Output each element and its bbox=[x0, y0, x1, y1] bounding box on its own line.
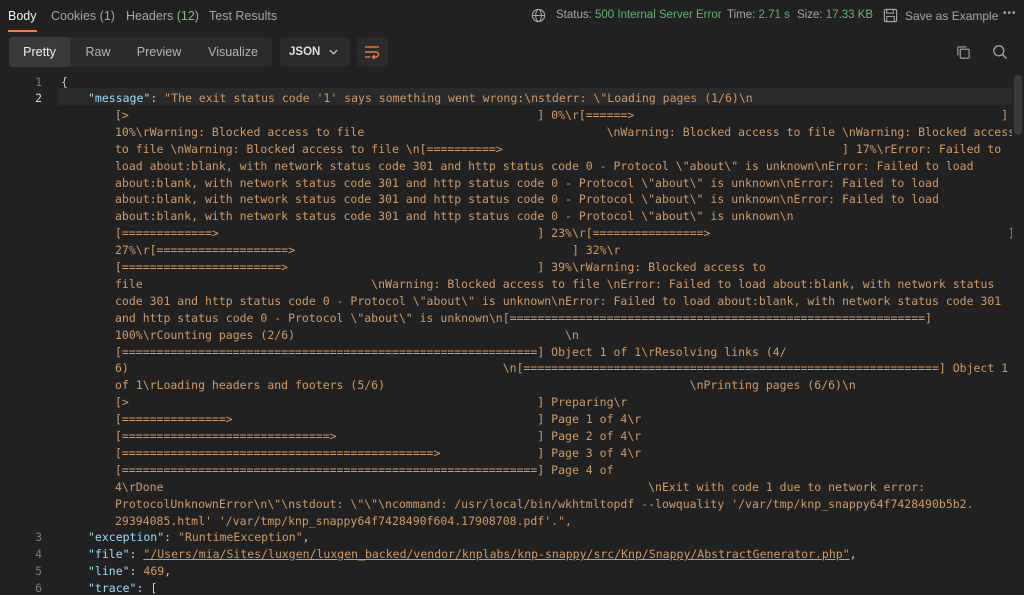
message-line: about:blank, with network status code 30… bbox=[115, 209, 794, 224]
format-value: JSON bbox=[289, 46, 321, 58]
message-line: 29394085.html' '/var/tmp/knp_snappy64f74… bbox=[115, 513, 572, 528]
chevron-down-icon bbox=[329, 49, 338, 55]
json-string-link[interactable]: "/Users/mia/Sites/luxgen/luxgen_backed/v… bbox=[143, 547, 849, 561]
message-line: code 301 and http status code 0 - Protoc… bbox=[115, 293, 1002, 308]
message-line: file \nWarning: Blocked access to file \… bbox=[115, 276, 995, 291]
open-brace: { bbox=[61, 75, 68, 89]
json-key: "file" bbox=[88, 547, 130, 561]
json-key: "line" bbox=[88, 564, 130, 578]
line-entry: "line": 469, bbox=[88, 564, 172, 578]
visualize-button[interactable]: Visualize bbox=[198, 37, 268, 67]
trace-entry: "trace": [ bbox=[88, 581, 158, 595]
tab-cookies[interactable]: Cookies (1) bbox=[51, 9, 115, 23]
message-entry: "message": "The exit status code '1' say… bbox=[88, 91, 753, 105]
message-line: 4\rDone \nExit with code 1 due to networ… bbox=[115, 479, 926, 494]
tab-headers-count: (12) bbox=[176, 9, 199, 23]
message-line: [=======================================… bbox=[115, 445, 642, 460]
json-bracket: [ bbox=[150, 581, 158, 595]
message-line: 10%\rWarning: Blocked access to file \nW… bbox=[115, 124, 1016, 139]
tab-cookies-count: (1) bbox=[99, 9, 115, 23]
message-line: and http status code 0 - Protocol \"abou… bbox=[115, 310, 932, 325]
json-key: "message" bbox=[88, 91, 151, 105]
tab-headers[interactable]: Headers (12) bbox=[126, 9, 199, 23]
tab-headers-label: Headers bbox=[126, 9, 174, 23]
raw-button[interactable]: Raw bbox=[76, 37, 120, 67]
exception-entry: "exception": "RuntimeException", bbox=[88, 530, 310, 544]
size-indicator[interactable]: Size: 17.33 KB bbox=[797, 9, 873, 21]
message-line: [> ] 0%\r[======> ] bbox=[115, 107, 1009, 122]
colon: : bbox=[150, 91, 165, 105]
line-number: 2 bbox=[35, 91, 42, 105]
message-line: about:blank, with network status code 30… bbox=[115, 192, 939, 207]
search-icon[interactable] bbox=[992, 44, 1008, 60]
time-indicator[interactable]: Time: 2.71 s bbox=[727, 9, 790, 21]
response-body-editor[interactable]: 1 2 3 4 5 6 { "message": "The exit statu… bbox=[0, 73, 1024, 595]
message-line: [=======================================… bbox=[115, 344, 787, 359]
message-line: of 1\rLoading headers and footers (5/6) … bbox=[115, 378, 856, 393]
tab-cookies-label: Cookies bbox=[51, 9, 97, 23]
tab-body[interactable]: Body bbox=[8, 9, 37, 23]
save-icon[interactable] bbox=[883, 8, 898, 23]
tab-test-results[interactable]: Test Results bbox=[209, 9, 277, 23]
status-label: Status: bbox=[556, 9, 592, 21]
message-line: [=======================================… bbox=[115, 462, 614, 477]
line-number: 5 bbox=[35, 564, 42, 578]
line-number: 3 bbox=[35, 530, 42, 544]
json-string: "RuntimeException" bbox=[178, 530, 303, 544]
message-line: 100%\rCounting pages (2/6) \n bbox=[115, 327, 579, 342]
size-label: Size: bbox=[797, 9, 823, 21]
size-value: 17.33 KB bbox=[825, 9, 874, 21]
json-key: "exception" bbox=[88, 530, 165, 544]
wrap-lines-icon bbox=[365, 46, 380, 60]
format-dropdown[interactable]: JSON bbox=[280, 37, 350, 67]
response-tab-bar: Body Cookies (1) Headers (12) Test Resul… bbox=[0, 0, 1024, 33]
pretty-button[interactable]: Pretty bbox=[9, 37, 70, 67]
message-line: to file \nWarning: Blocked access to fil… bbox=[115, 141, 1002, 156]
line-number: 1 bbox=[35, 75, 42, 89]
message-line: [==============================> ] Page … bbox=[115, 429, 642, 443]
message-line: [===============> ] Page 1 of 4\r bbox=[115, 412, 642, 427]
time-value: 2.71 s bbox=[758, 9, 790, 21]
message-line: 6) \n[==================================… bbox=[115, 361, 1009, 376]
response-toolbar: Pretty Raw Preview Visualize JSON bbox=[0, 33, 1024, 73]
scrollbar-track[interactable] bbox=[1012, 73, 1024, 589]
message-line-0: "The exit status code '1' says something… bbox=[164, 91, 753, 105]
json-number: 469 bbox=[143, 564, 165, 578]
json-key: "trace" bbox=[88, 581, 137, 595]
message-line: 27%\r[===================> ] 32%\r bbox=[115, 243, 621, 258]
more-options-icon[interactable]: ••• bbox=[1003, 8, 1017, 19]
message-line: [=============> ] 23%\r[================… bbox=[115, 226, 1016, 241]
message-line: [=======================> ] 39%\rWarning… bbox=[115, 260, 766, 274]
file-entry: "file": "/Users/mia/Sites/luxgen/luxgen_… bbox=[88, 547, 857, 561]
line-number: 4 bbox=[35, 547, 42, 561]
message-line: about:blank, with network status code 30… bbox=[115, 175, 939, 190]
status-value: 500 Internal Server Error bbox=[595, 9, 722, 21]
save-as-example-button[interactable]: Save as Example bbox=[905, 9, 998, 23]
globe-icon[interactable] bbox=[531, 8, 546, 23]
scrollbar-thumb[interactable] bbox=[1014, 75, 1022, 135]
active-tab-indicator bbox=[8, 30, 37, 32]
wrap-lines-button[interactable] bbox=[357, 37, 388, 67]
message-line: load about:blank, with network status co… bbox=[115, 158, 974, 173]
line-number: 6 bbox=[35, 581, 42, 595]
preview-button[interactable]: Preview bbox=[128, 37, 190, 67]
copy-icon[interactable] bbox=[956, 45, 971, 60]
status-indicator[interactable]: Status: 500 Internal Server Error bbox=[556, 9, 722, 21]
message-line: [> ] Preparing\r bbox=[115, 395, 628, 410]
message-line: ProtocolUnknownError\n\"\nstdout: \"\"\n… bbox=[115, 496, 974, 511]
time-label: Time: bbox=[727, 9, 756, 21]
view-mode-selector: Pretty Raw Preview Visualize bbox=[9, 37, 272, 67]
